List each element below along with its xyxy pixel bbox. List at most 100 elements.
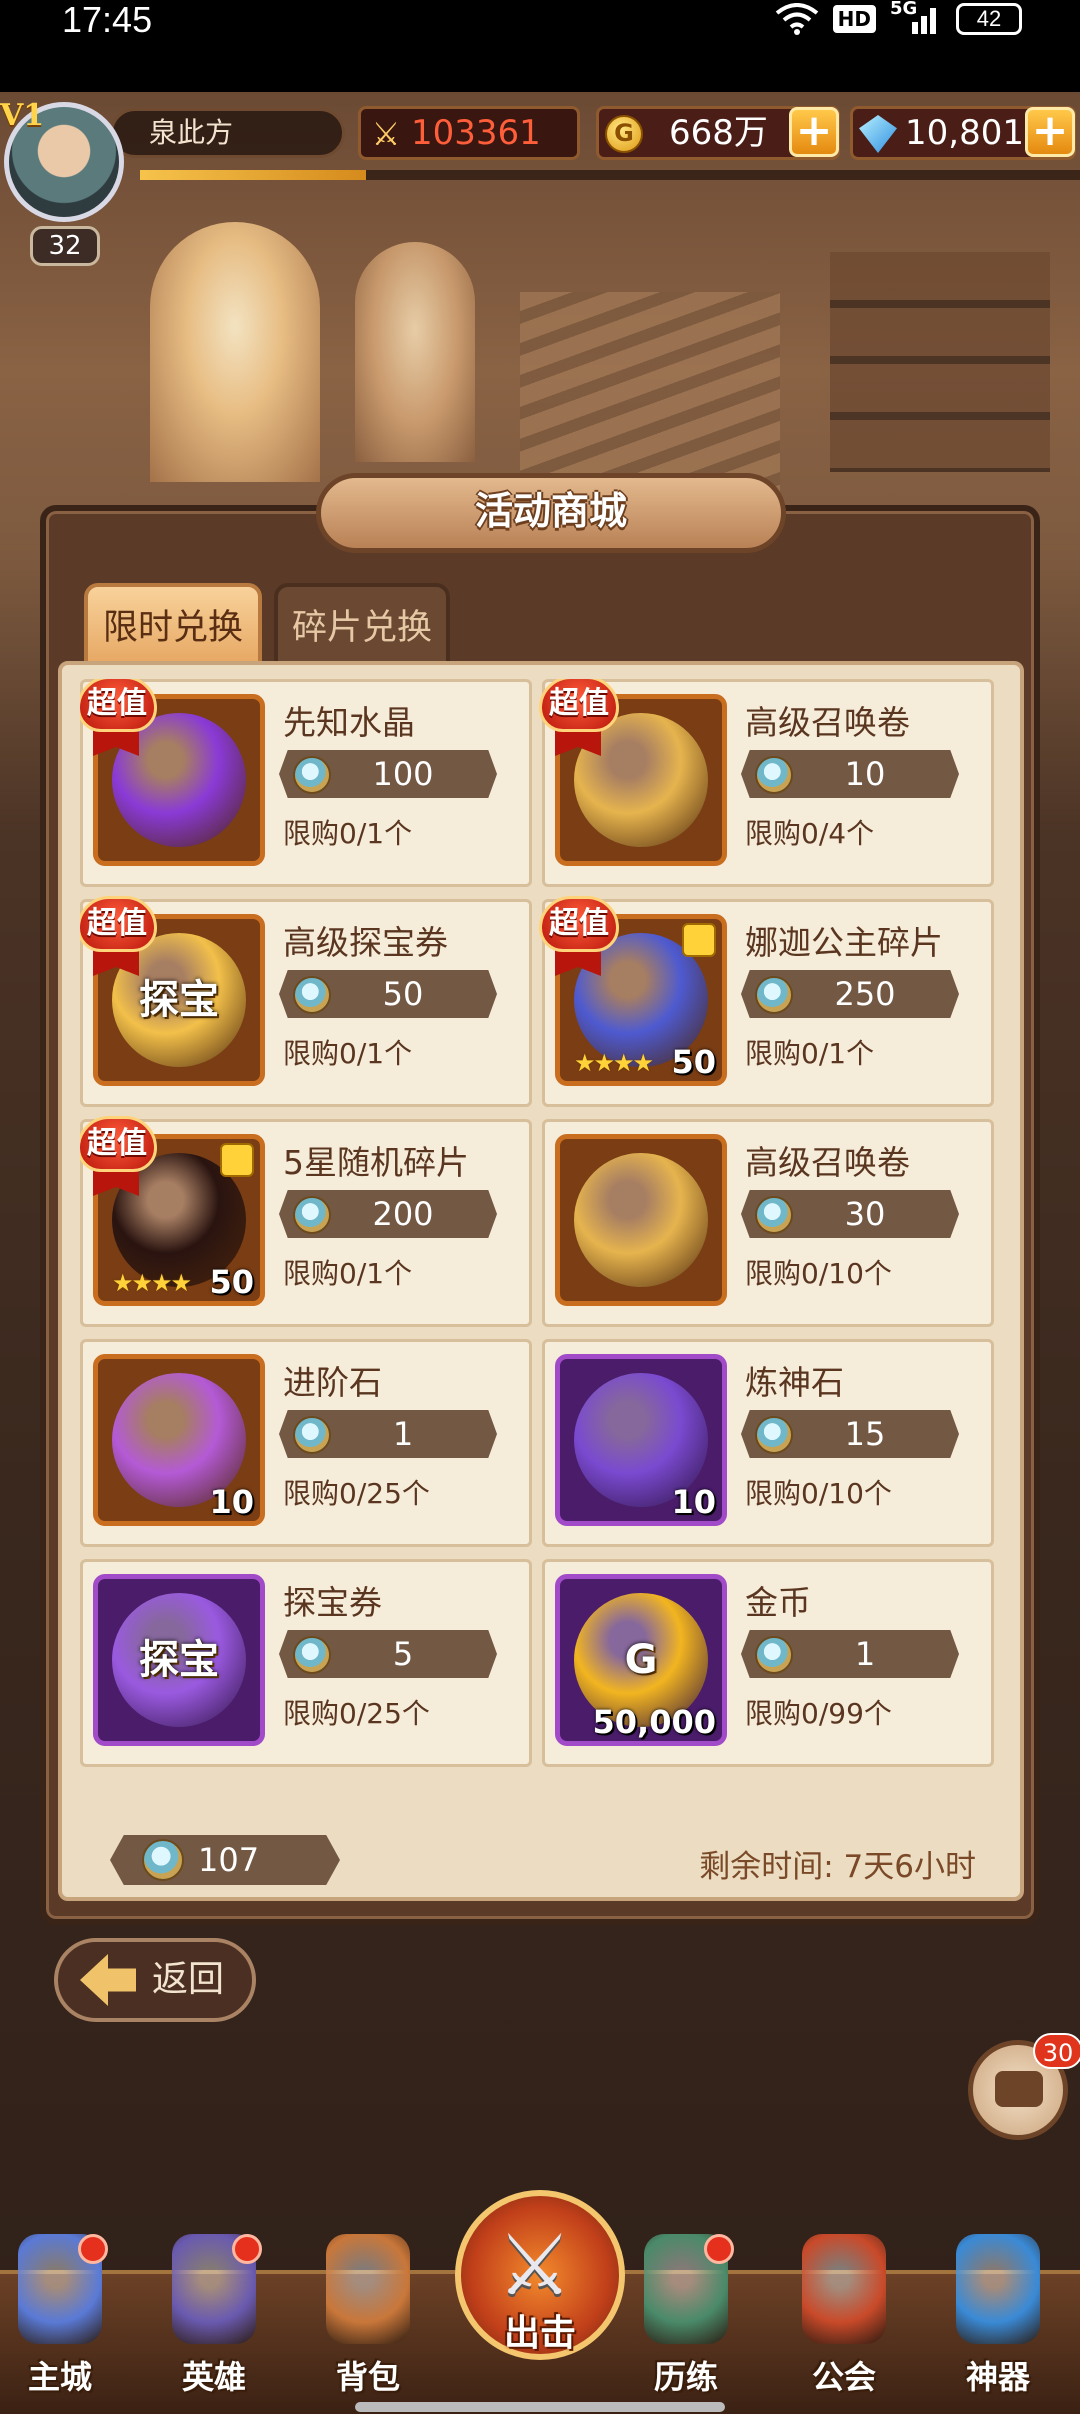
player-avatar-button[interactable]: V1 32 <box>0 96 150 266</box>
tab-limited-exchange[interactable]: 限时兑换 <box>84 583 262 665</box>
notification-dot <box>78 2234 108 2264</box>
home-indicator[interactable] <box>355 2402 725 2412</box>
gold-coin-icon: G <box>605 115 643 153</box>
hd-badge: HD <box>832 5 876 33</box>
notification-dot <box>704 2234 734 2264</box>
bottom-nav: ⚔ 出击 主城 英雄 背包 历练 公会 神器 <box>0 2190 1080 2414</box>
ribbon-label: 超值 <box>80 896 157 952</box>
item-icon-frame[interactable]: G 50,000 <box>555 1574 727 1746</box>
sword-icon: ⚔ <box>371 115 401 153</box>
add-gold-button[interactable]: + <box>789 107 839 157</box>
item-name: 娜迦公主碎片 <box>745 923 943 962</box>
nav-item-artifact-globe[interactable]: 神器 <box>938 2234 1058 2414</box>
combat-power-value: 103361 <box>411 113 541 153</box>
item-name: 金币 <box>745 1583 811 1622</box>
nav-label: 主城 <box>27 2358 92 2396</box>
nav-item-castle[interactable]: 主城 <box>0 2234 120 2414</box>
xp-bar-fill <box>140 170 366 180</box>
exchange-coin-icon <box>293 976 331 1014</box>
top-hud: 泉此方 V1 32 ⚔ 103361 G 668万 + 10,801 + <box>0 92 1080 266</box>
treasure-ticket-icon: 探宝 <box>112 1593 246 1727</box>
diamond-icon <box>859 115 897 153</box>
item-name: 探宝券 <box>283 1583 382 1622</box>
purchase-limit: 限购0/1个 <box>283 1037 413 1070</box>
background-shelf <box>830 252 1050 472</box>
shop-item-card[interactable]: ★★★★ 50 超值 娜迦公主碎片 250 限购0/1个 <box>539 896 994 1107</box>
chat-icon <box>995 2071 1043 2107</box>
purchase-limit: 限购0/10个 <box>745 1257 892 1290</box>
shop-item-card[interactable]: 探宝 探宝券 5 限购0/25个 <box>80 1559 532 1767</box>
status-time: 17:45 <box>62 0 153 40</box>
shop-item-card[interactable]: ★★★★ 50 超值 5星随机碎片 200 限购0/1个 <box>80 1116 532 1327</box>
item-grid[interactable]: 超值 先知水晶 100 限购0/1个 超值 高级召唤卷 10 限购0/4个 探宝 超值 高级探宝券 5… <box>80 679 1006 1779</box>
item-quantity: 10 <box>671 1483 716 1521</box>
best-value-ribbon: 超值 <box>80 896 157 976</box>
exchange-coin-icon <box>755 976 793 1014</box>
shop-content: 超值 先知水晶 100 限购0/1个 超值 高级召唤卷 10 限购0/4个 探宝 超值 高级探宝券 5… <box>58 661 1024 1901</box>
item-name: 5星随机碎片 <box>283 1143 469 1182</box>
status-icons: HD 5G 42 <box>775 0 1022 36</box>
exchange-coin-icon <box>293 1196 331 1234</box>
gold-counter: G 668万 + <box>596 106 840 160</box>
shop-item-card[interactable]: G 50,000 金币 1 限购0/99个 <box>542 1559 994 1767</box>
item-name: 进阶石 <box>283 1363 382 1402</box>
crossed-swords-icon: ⚔ <box>497 2216 573 2314</box>
puzzle-piece-icon <box>682 923 716 957</box>
nav-item-guild-banner[interactable]: 公会 <box>784 2234 904 2414</box>
item-name: 高级召唤卷 <box>745 703 910 742</box>
exchange-coin-icon <box>293 1636 331 1674</box>
chat-button[interactable]: 30 <box>968 2033 1080 2140</box>
exchange-coin-icon <box>755 1636 793 1674</box>
artifact-globe-icon <box>956 2234 1040 2344</box>
back-arrow-icon <box>80 1954 136 2006</box>
back-button[interactable]: 返回 <box>54 1938 256 2022</box>
add-gems-button[interactable]: + <box>1025 107 1075 157</box>
item-name: 高级探宝券 <box>283 923 448 962</box>
tab-fragment-exchange[interactable]: 碎片兑换 <box>274 583 450 665</box>
shop-item-card[interactable]: 探宝 超值 高级探宝券 50 限购0/1个 <box>80 896 532 1107</box>
shop-item-card[interactable]: 10 进阶石 1 限购0/25个 <box>80 1339 532 1547</box>
level-badge: 32 <box>30 226 100 266</box>
nav-item-helmet[interactable]: 英雄 <box>154 2234 274 2414</box>
exchange-coin-icon <box>755 1416 793 1454</box>
event-shop-panel: 活动商城 限时兑换 碎片兑换 超值 先知水晶 100 限购0/1个 超值 高级召唤卷 10 限… <box>40 473 1040 1925</box>
exchange-coin-icon <box>293 1416 331 1454</box>
exchange-coin-icon <box>142 1839 184 1881</box>
nav-item-training-orb[interactable]: 历练 <box>626 2234 746 2414</box>
purchase-limit: 限购0/1个 <box>283 817 413 850</box>
notification-dot <box>232 2234 262 2264</box>
item-icon-frame[interactable]: 探宝 <box>93 1574 265 1746</box>
best-value-ribbon: 超值 <box>539 679 619 756</box>
best-value-ribbon: 超值 <box>539 896 619 976</box>
shop-item-card[interactable]: 高级召唤卷 30 限购0/10个 <box>542 1119 994 1327</box>
purchase-limit: 限购0/10个 <box>745 1477 892 1510</box>
time-remaining: 剩余时间: 7天6小时 <box>699 1849 976 1885</box>
xp-bar <box>140 170 1080 180</box>
item-name: 先知水晶 <box>283 703 415 742</box>
backpack-icon <box>326 2234 410 2344</box>
item-icon-frame[interactable]: 10 <box>555 1354 727 1526</box>
shop-item-card[interactable]: 超值 高级召唤卷 10 限购0/4个 <box>539 679 994 887</box>
item-icon-frame[interactable] <box>555 1134 727 1306</box>
ribbon-label: 超值 <box>539 896 619 952</box>
signal-icon: 5G <box>890 0 942 36</box>
nav-label: 英雄 <box>181 2358 246 2396</box>
puzzle-piece-icon <box>220 1143 254 1177</box>
item-quantity: 50,000 <box>592 1703 716 1741</box>
background-window <box>355 242 475 462</box>
gold-value: 668万 <box>669 113 768 153</box>
nav-item-backpack[interactable]: 背包 <box>308 2234 428 2414</box>
ribbon-label: 超值 <box>539 679 619 732</box>
purchase-limit: 限购0/25个 <box>283 1477 430 1510</box>
nav-attack-button[interactable]: ⚔ 出击 <box>455 2190 625 2360</box>
battery-icon: 42 <box>956 3 1022 35</box>
ribbon-label: 超值 <box>80 679 157 732</box>
shop-item-card[interactable]: 10 炼神石 15 限购0/10个 <box>542 1339 994 1547</box>
back-label: 返回 <box>152 1959 225 2000</box>
exchange-coin-icon <box>755 756 793 794</box>
status-bar: 17:45 HD 5G 42 <box>0 0 1080 92</box>
nav-label: 背包 <box>335 2358 400 2396</box>
best-value-ribbon: 超值 <box>80 679 157 756</box>
shop-item-card[interactable]: 超值 先知水晶 100 限购0/1个 <box>80 679 532 887</box>
item-icon-frame[interactable]: 10 <box>93 1354 265 1526</box>
